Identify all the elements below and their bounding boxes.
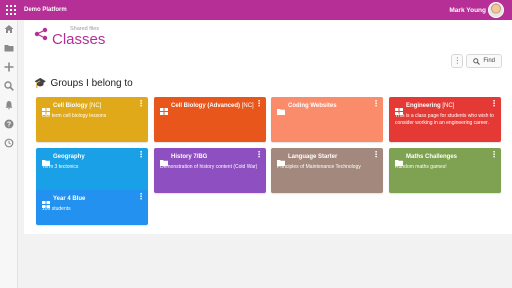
avatar[interactable] xyxy=(488,2,504,18)
search-icon xyxy=(473,57,481,65)
group-description: Principles of Maintenance Technology xyxy=(277,164,361,170)
find-label: Find xyxy=(483,58,495,64)
grid-icon xyxy=(160,102,168,115)
group-description: Demonstration of history content (Cold W… xyxy=(160,164,258,170)
group-card[interactable]: Cell Biology [NC] Our term cell biology … xyxy=(36,97,148,142)
graduation-cap-icon: 🎓 xyxy=(34,78,47,89)
page-title: Classes xyxy=(52,31,106,48)
share-icon xyxy=(34,27,48,46)
find-toolbar: ⋮ Find xyxy=(451,54,502,68)
add-icon[interactable] xyxy=(4,62,14,72)
folder-icon xyxy=(42,153,50,166)
apps-grid-icon[interactable] xyxy=(4,3,18,17)
grid-icon xyxy=(395,102,403,115)
group-name: Maths Challenges xyxy=(406,154,458,160)
group-name: Cell Biology [NC] xyxy=(53,103,102,109)
group-card[interactable]: Maths Challenges Random maths games! ⋮ xyxy=(389,148,501,193)
home-icon[interactable] xyxy=(4,24,14,34)
find-button[interactable]: Find xyxy=(466,54,502,68)
card-menu-icon[interactable]: ⋮ xyxy=(490,100,498,108)
group-name: Engineering [NC] xyxy=(406,103,455,109)
main-panel: Shared files Classes ⋮ Find 🎓 Groups I b… xyxy=(24,20,512,234)
user-name[interactable]: Mark Young xyxy=(449,0,486,20)
group-name: Coding Websites xyxy=(288,103,337,109)
bell-icon[interactable] xyxy=(4,100,14,110)
group-name: History 7/BG xyxy=(171,154,208,160)
card-menu-icon[interactable]: ⋮ xyxy=(137,151,145,159)
search-icon[interactable] xyxy=(4,81,14,91)
platform-name: Demo Platform xyxy=(24,7,67,13)
card-menu-icon[interactable]: ⋮ xyxy=(255,100,263,108)
group-description: 106 students xyxy=(42,206,71,212)
section-heading: 🎓 Groups I belong to xyxy=(34,78,133,89)
folder-icon xyxy=(395,153,403,166)
group-description: Random maths games! xyxy=(395,164,447,170)
group-description: Term 3 tectonics xyxy=(42,164,79,170)
folder-icon xyxy=(277,153,285,166)
group-card[interactable]: Coding Websites ⋮ xyxy=(271,97,383,142)
card-menu-icon[interactable]: ⋮ xyxy=(137,193,145,201)
kebab-icon: ⋮ xyxy=(453,56,462,65)
card-menu-icon[interactable]: ⋮ xyxy=(372,100,380,108)
folder-icon xyxy=(277,102,285,115)
group-name: Geography xyxy=(53,154,85,160)
section-title: Groups I belong to xyxy=(50,78,133,89)
group-description: Our term cell biology lessons xyxy=(42,113,107,119)
options-button[interactable]: ⋮ xyxy=(451,54,464,68)
group-name: Language Starter xyxy=(288,154,338,160)
grid-icon xyxy=(42,195,50,208)
left-sidebar: ? xyxy=(0,20,18,288)
group-name: Year 4 Blue xyxy=(53,196,86,202)
help-icon[interactable]: ? xyxy=(4,119,14,129)
top-bar: Demo Platform Mark Young xyxy=(0,0,512,20)
page-header: Shared files Classes xyxy=(34,26,105,47)
group-card[interactable]: Geography Term 3 tectonics ⋮ xyxy=(36,148,148,193)
card-menu-icon[interactable]: ⋮ xyxy=(255,151,263,159)
group-card[interactable]: Engineering [NC] This is a class page fo… xyxy=(389,97,501,142)
group-description: This is a class page for students who wi… xyxy=(395,113,494,126)
group-name: Cell Biology (Advanced) [NC] xyxy=(171,103,254,109)
grid-icon xyxy=(42,102,50,115)
card-menu-icon[interactable]: ⋮ xyxy=(137,100,145,108)
card-menu-icon[interactable]: ⋮ xyxy=(490,151,498,159)
group-card[interactable]: Language Starter Principles of Maintenan… xyxy=(271,148,383,193)
group-card[interactable]: Year 4 Blue 106 students ⋮ xyxy=(36,190,148,225)
group-card[interactable]: Cell Biology (Advanced) [NC] ⋮ xyxy=(154,97,266,142)
group-card[interactable]: History 7/BG Demonstration of history co… xyxy=(154,148,266,193)
svg-text:?: ? xyxy=(7,122,11,129)
card-menu-icon[interactable]: ⋮ xyxy=(372,151,380,159)
folder-icon[interactable] xyxy=(4,43,14,53)
history-icon[interactable] xyxy=(4,138,14,148)
folder-icon xyxy=(160,153,168,166)
